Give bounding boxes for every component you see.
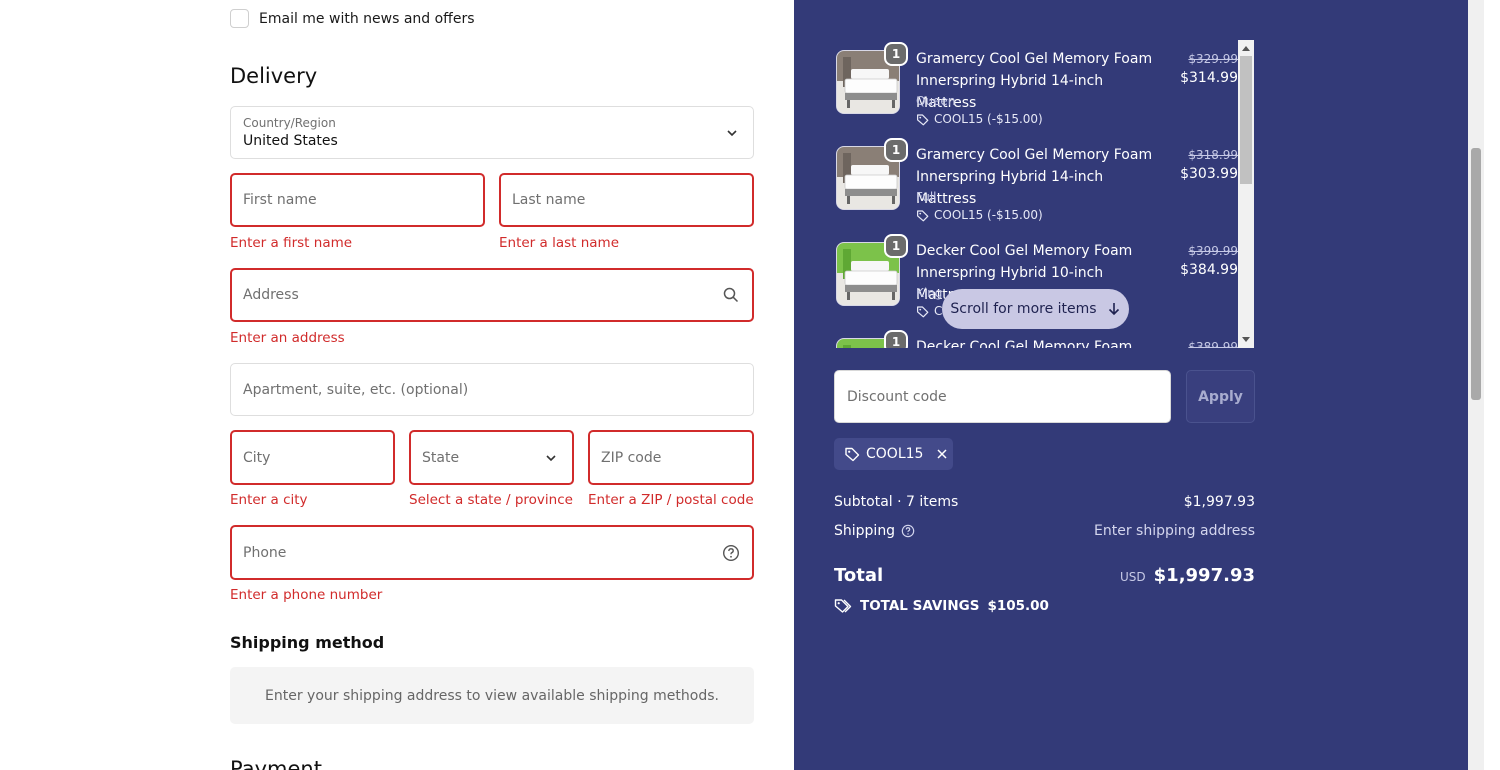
zip-input[interactable]: ZIP code (588, 430, 754, 485)
quantity-badge: 1 (884, 42, 908, 66)
page-scroll-thumb[interactable] (1471, 148, 1481, 400)
last-name-placeholder: Last name (512, 192, 586, 208)
apartment-input[interactable]: Apartment, suite, etc. (optional) (230, 363, 754, 416)
quantity-badge: 1 (884, 234, 908, 258)
cart-item: 1 Gramercy Cool Gel Memory Foam Innerspri… (834, 40, 1238, 136)
payment-heading: Payment (230, 757, 322, 770)
city-placeholder: City (243, 449, 271, 466)
newsletter-optin[interactable]: Email me with news and offers (230, 9, 475, 28)
scroll-up-arrow-icon[interactable] (1242, 46, 1250, 51)
search-icon (723, 287, 739, 303)
help-icon[interactable] (901, 524, 915, 538)
first-name-placeholder: First name (243, 192, 317, 208)
tag-icon (917, 305, 929, 317)
state-placeholder: State (422, 449, 460, 466)
tags-icon (834, 599, 852, 613)
state-select[interactable]: State (409, 430, 574, 485)
city-input[interactable]: City (230, 430, 395, 485)
shipping-method-message: Enter your shipping address to view avai… (230, 667, 754, 724)
product-title: Gramercy Cool Gel Memory Foam Innersprin… (916, 147, 1153, 207)
apartment-placeholder: Apartment, suite, etc. (optional) (243, 381, 469, 398)
total-label: Total (834, 565, 884, 586)
address-placeholder: Address (243, 287, 299, 303)
product-title: Decker Cool Gel Memory Foam Innerspring … (916, 339, 1133, 348)
page-scrollbar[interactable] (1468, 0, 1484, 770)
original-price: $329.99 (1188, 52, 1238, 66)
quantity-badge: 1 (884, 330, 908, 348)
country-value: United States (243, 133, 338, 149)
shipping-value: Enter shipping address (1094, 523, 1255, 539)
tag-icon (845, 447, 860, 462)
item-discount-label: COOL15 (-$15.00) (934, 112, 1043, 126)
tag-icon (917, 113, 929, 125)
scroll-down-arrow-icon[interactable] (1242, 337, 1250, 342)
subtotal-row: Subtotal · 7 items $1,997.93 (834, 494, 1255, 510)
delivery-heading: Delivery (230, 64, 318, 88)
order-summary-panel: 1 Gramercy Cool Gel Memory Foam Innerspri… (794, 0, 1484, 770)
subtotal-label: Subtotal · 7 items (834, 494, 959, 510)
original-price: $318.99 (1188, 148, 1238, 162)
product-variant: Full (916, 190, 937, 204)
first-name-error: Enter a first name (230, 235, 353, 251)
item-discount: COOL15 (-$15.00) (916, 208, 1043, 222)
original-price: $399.99 (1188, 244, 1238, 258)
newsletter-checkbox[interactable] (230, 9, 249, 28)
applied-code-label: COOL15 (866, 446, 924, 462)
discounted-price: $314.99 (1180, 70, 1238, 86)
item-discount-label: COOL15 (-$15.00) (934, 208, 1043, 222)
address-input[interactable]: Address (230, 268, 754, 322)
country-select[interactable]: Country/Region United States (230, 106, 754, 159)
phone-input[interactable]: Phone (230, 525, 754, 580)
arrow-down-icon (1108, 303, 1119, 316)
discount-code-input[interactable]: Discount code (834, 370, 1171, 423)
applied-discount-chip: COOL15 (834, 438, 953, 470)
cart-items-scrollbar[interactable] (1238, 40, 1254, 348)
product-variant: Queen (916, 94, 956, 108)
total-value: $1,997.93 (1153, 565, 1255, 586)
scroll-for-more-button[interactable]: Scroll for more items (942, 289, 1129, 329)
zip-placeholder: ZIP code (601, 449, 662, 466)
shipping-label: Shipping (834, 523, 896, 539)
checkout-form-panel: Email me with news and offers Delivery C… (0, 0, 794, 770)
phone-error: Enter a phone number (230, 587, 383, 603)
tag-icon (917, 209, 929, 221)
product-variant: King (916, 286, 943, 300)
subtotal-value: $1,997.93 (1183, 494, 1255, 510)
zip-error: Enter a ZIP / postal code (588, 492, 754, 508)
help-icon[interactable] (722, 544, 740, 562)
close-icon[interactable] (935, 447, 949, 461)
first-name-input[interactable]: First name (230, 173, 485, 227)
apply-discount-button[interactable]: Apply (1186, 370, 1255, 423)
country-label: Country/Region (243, 116, 336, 130)
currency-code: USD (1120, 570, 1146, 584)
shipping-row: Shipping Enter shipping address (834, 523, 1255, 539)
newsletter-label: Email me with news and offers (259, 10, 475, 27)
phone-placeholder: Phone (243, 544, 287, 561)
chevron-down-icon (546, 454, 556, 461)
chevron-down-icon (727, 129, 737, 136)
address-error: Enter an address (230, 330, 345, 346)
total-row: Total USD $1,997.93 (834, 565, 1255, 586)
discounted-price: $384.99 (1180, 262, 1238, 278)
item-discount: COOL15 (-$15.00) (916, 112, 1043, 126)
city-error: Enter a city (230, 492, 308, 508)
discount-code-placeholder: Discount code (847, 388, 947, 405)
cart-item: 1 Decker Cool Gel Memory Foam Innerspring… (834, 328, 1238, 348)
total-savings: TOTAL SAVINGS $105.00 (834, 598, 1049, 614)
savings-label: TOTAL SAVINGS (860, 598, 980, 614)
scroll-thumb[interactable] (1240, 56, 1252, 184)
cart-item: 1 Gramercy Cool Gel Memory Foam Innerspri… (834, 136, 1238, 232)
last-name-error: Enter a last name (499, 235, 620, 251)
original-price: $389.99 (1188, 340, 1238, 348)
state-error: Select a state / province (409, 492, 573, 508)
shipping-method-heading: Shipping method (230, 633, 385, 652)
quantity-badge: 1 (884, 138, 908, 162)
savings-value: $105.00 (987, 598, 1049, 614)
scroll-hint-label: Scroll for more items (950, 301, 1097, 317)
last-name-input[interactable]: Last name (499, 173, 754, 227)
discounted-price: $303.99 (1180, 166, 1238, 182)
